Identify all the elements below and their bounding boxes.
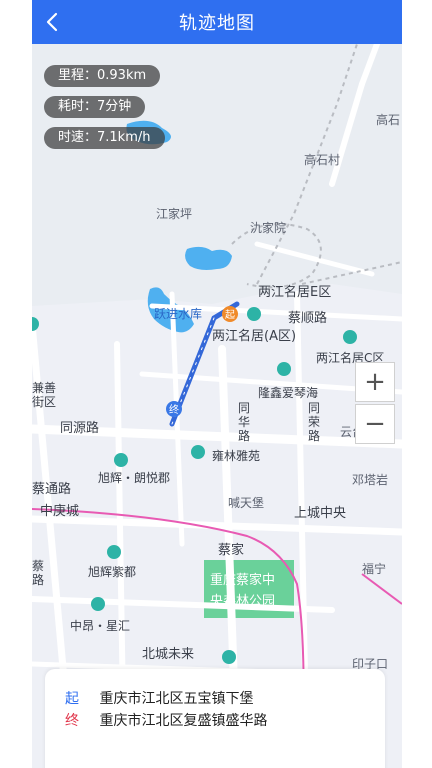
map-view[interactable]: 高石 高石村 江家坪 氿家院 两江名居E区 跃进水库 蔡顺路 两江名居(A区) … — [32, 44, 402, 768]
svg-text:终: 终 — [169, 403, 179, 416]
map-label-caitong-road: 蔡通路 — [32, 481, 71, 497]
page-title: 轨迹地图 — [179, 13, 255, 34]
chevron-left-icon — [46, 12, 58, 32]
map-label-gaoshicun: 高石村 — [304, 152, 340, 167]
map-label-zhongqing: 中庚城 — [40, 503, 79, 519]
start-tag: 起 — [65, 691, 79, 707]
right-margin — [402, 0, 432, 768]
map-label-liangjiang-e: 两江名居E区 — [258, 284, 331, 300]
screen: 轨迹地图 高石 高石村 江家坪 氿家院 两江名居E区 跃进水库 蔡顺路 两江名居… — [0, 0, 432, 768]
map-label-longxin: 隆鑫爱琴海 — [258, 385, 318, 400]
map-label-gaoshi: 高石 — [376, 112, 400, 127]
map-label-longjiayuan: 氿家院 — [250, 220, 286, 235]
map-label-park-1: 重庆蔡家中 — [210, 572, 275, 588]
map-label-jianshan: 兼善街区 — [32, 380, 56, 409]
back-button[interactable] — [32, 0, 72, 44]
map-label-xuhui-langyue: 旭辉・朗悦郡 — [98, 471, 170, 485]
end-tag: 终 — [65, 713, 79, 729]
zoom-in-button[interactable]: + — [355, 362, 395, 402]
map-label-caijia: 蔡家 — [218, 542, 244, 558]
distance-pill: 里程：0.93km — [44, 65, 161, 87]
start-marker[interactable]: 起 — [222, 306, 238, 322]
map-label-jiangjiaping: 江家坪 — [156, 206, 192, 221]
top-bar: 轨迹地图 — [32, 0, 402, 44]
start-row: 起 重庆市江北区五宝镇下堡 — [65, 688, 253, 708]
map-label-yonglin: 雍林雅苑 — [212, 448, 260, 463]
route-info-card: 起 重庆市江北区五宝镇下堡 终 重庆市江北区复盛镇盛华路 — [45, 669, 385, 768]
map-label-liangjiang-a: 两江名居(A区) — [212, 328, 296, 344]
map-label-xuhui-zidu: 旭辉紫都 — [88, 565, 136, 579]
end-marker[interactable]: 终 — [166, 401, 182, 417]
map-canvas[interactable]: 高石 高石村 江家坪 氿家院 两江名居E区 跃进水库 蔡顺路 两江名居(A区) … — [32, 44, 402, 768]
map-label-park-2: 央森林公园 — [210, 594, 275, 609]
map-label-shangcheng: 上城中央 — [294, 506, 346, 521]
start-address: 重庆市江北区五宝镇下堡 — [99, 691, 254, 707]
map-label-cai-road: 蔡路 — [32, 559, 44, 587]
map-label-beicheng: 北城未来 — [142, 647, 194, 662]
map-label-yuejin-reservoir: 跃进水库 — [154, 306, 202, 321]
map-label-tonghua-road: 同华路 — [238, 401, 250, 443]
svg-text:起: 起 — [225, 309, 235, 321]
map-label-hantianbao: 喊天堡 — [228, 495, 264, 510]
minus-icon: − — [364, 409, 386, 439]
map-label-funing: 福宁 — [362, 561, 386, 576]
map-label-zhongang: 中昂・星汇 — [70, 618, 130, 633]
map-label-chongshun-road: 蔡顺路 — [288, 310, 327, 326]
end-row: 终 重庆市江北区复盛镇盛华路 — [65, 710, 267, 730]
map-label-tongrong-road: 同荣路 — [308, 401, 320, 443]
end-address: 重庆市江北区复盛镇盛华路 — [99, 713, 268, 729]
zoom-out-button[interactable]: − — [355, 404, 395, 444]
plus-icon: + — [364, 367, 386, 397]
map-label-tongyuan-road: 同源路 — [60, 420, 99, 436]
speed-pill: 时速：7.1km/h — [44, 127, 165, 149]
duration-pill: 耗时：7分钟 — [44, 96, 146, 118]
left-margin — [0, 0, 32, 768]
map-label-dengtayan: 邓塔岩 — [352, 472, 388, 487]
